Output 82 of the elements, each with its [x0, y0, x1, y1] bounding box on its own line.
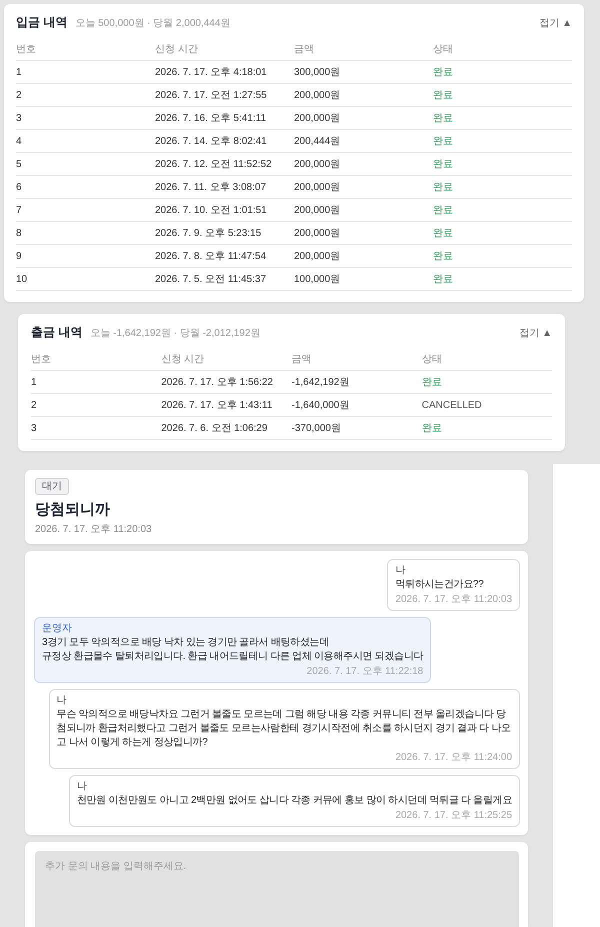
message-time: 2026. 7. 17. 오후 11:25:25 — [395, 809, 512, 822]
status-cell-text: 완료 — [433, 112, 453, 125]
collapse-button[interactable]: 접기 ▲ — [519, 326, 552, 340]
table-cell-text: 2026. 7. 5. 오전 11:45:37 — [155, 273, 266, 286]
inquiry-field[interactable]: 추가 문의 내용을 입력해주세요. — [35, 851, 519, 927]
table-cell: 3 — [16, 112, 22, 124]
status-cell-text: 완료 — [433, 66, 453, 79]
message-text: 무슨 악의적으로 배당낙차요 그런거 볼줄도 모르는데 그럼 해당 내용 각종 커뮤니티 전부 올리겠습니다 당첨되니까 환급처리했다고 그런거 볼줄도 모르는사람한테 경기시작전에 취소를 하시던지 경기 결과 다 나오고 나서 이렇게 하는게 정상입니까? — [56, 708, 512, 750]
table-cell-text: -1,642,192원 — [292, 376, 350, 389]
status-cell-text: 완료 — [433, 227, 453, 240]
table-cell-text: 2026. 7. 14. 오후 8:02:41 — [155, 135, 267, 148]
table-cell: 10 — [16, 274, 28, 284]
table-cell: 7 — [16, 204, 22, 216]
column-header: 신청 시간 — [161, 353, 204, 366]
table-cell-text: 200,000원 — [294, 227, 340, 240]
message-time: 2026. 7. 17. 오후 11:24:00 — [395, 751, 512, 764]
table-cell-text: 2026. 7. 17. 오전 1:27:55 — [155, 89, 267, 102]
status-cell: CANCELLED — [422, 400, 482, 410]
table-cell: 2 — [31, 400, 37, 410]
status-cell-text: 완료 — [433, 181, 453, 194]
table-cell: 3 — [31, 422, 37, 434]
message-time: 2026. 7. 17. 오후 11:20:03 — [395, 593, 512, 606]
sender-name: 나 — [56, 694, 67, 707]
table-cell-text: 200,444원 — [294, 135, 340, 148]
table-cell: 4 — [16, 136, 22, 146]
sender-name: 나 — [395, 564, 406, 577]
status-cell-text: 완료 — [433, 89, 453, 102]
table-cell: 1 — [31, 376, 37, 388]
table-cell-text: 2026. 7. 17. 오후 4:18:01 — [155, 66, 267, 79]
table-cell-text: 200,000원 — [294, 250, 340, 263]
status-cell-text: 완료 — [433, 135, 453, 148]
table-cell-text: 2026. 7. 6. 오전 1:06:29 — [161, 422, 268, 435]
inquiry-date: 2026. 7. 17. 오후 11:20:03 — [35, 523, 152, 536]
table-cell: 1 — [16, 66, 22, 78]
column-header: 금액 — [292, 353, 312, 366]
status-cell-text: 완료 — [433, 158, 453, 171]
collapse-button[interactable]: 접기 ▲ — [539, 16, 572, 30]
message-time: 2026. 7. 17. 오후 11:22:18 — [306, 665, 424, 678]
table-cell-text: 2026. 7. 8. 오후 11:47:54 — [155, 250, 266, 263]
summary-text: 오늘 -1,642,192원 · 당월 -2,012,192원 — [90, 327, 260, 340]
table-cell-text: 2026. 7. 12. 오전 11:52:52 — [155, 158, 272, 171]
table-cell-text: 2026. 7. 9. 오후 5:23:15 — [155, 227, 262, 240]
table-cell-text: 200,000원 — [294, 181, 340, 194]
column-header: 신청 시간 — [155, 43, 198, 56]
status-cell-text: 완료 — [433, 250, 453, 263]
table-cell: 9 — [16, 250, 22, 262]
table-cell-text: 2026. 7. 16. 오후 5:41:11 — [155, 112, 266, 125]
table-cell-text: 2026. 7. 17. 오후 1:43:11 — [161, 399, 272, 412]
table-cell-text: 2026. 7. 17. 오후 1:56:22 — [161, 376, 273, 389]
status-cell-text: 완료 — [433, 204, 453, 217]
table-cell-text: 2026. 7. 10. 오전 1:01:51 — [155, 204, 267, 217]
table-cell-text: -370,000원 — [292, 422, 341, 435]
summary-text: 오늘 500,000원 · 당월 2,000,444원 — [75, 17, 230, 30]
inquiry-title: 당첨되니까 — [35, 500, 110, 520]
status-cell-text: 완료 — [422, 422, 442, 435]
sender-name: 나 — [76, 780, 87, 793]
message-text: 천만원 이천만원도 아니고 2백만원 없어도 삽니다 각종 커뮤에 홍보 많이 하시던데 먹튀글 다 올릴게요 — [76, 794, 512, 808]
status-badge: 대기 — [35, 478, 69, 495]
table-cell: 2 — [16, 90, 22, 100]
message-text: 먹튀하시는건가요?? — [395, 578, 484, 592]
table-cell: 6 — [16, 182, 22, 192]
column-header: 상태 — [422, 353, 442, 366]
table-cell-text: 200,000원 — [294, 204, 340, 217]
status-cell-text: 완료 — [422, 376, 442, 389]
column-header: 번호 — [31, 353, 51, 366]
column-header: 상태 — [433, 43, 453, 56]
column-header: 번호 — [16, 43, 36, 56]
table-cell: 8 — [16, 228, 22, 238]
status-cell-text: 완료 — [433, 273, 453, 286]
table-cell-text: 2026. 7. 11. 오후 3:08:07 — [155, 181, 266, 194]
table-cell-text: 300,000원 — [294, 66, 340, 79]
card-title: 입금 내역 — [16, 14, 68, 31]
table-cell: 5 — [16, 158, 22, 170]
card-title: 출금 내역 — [31, 324, 82, 341]
table-cell-text: 200,000원 — [294, 89, 340, 102]
table-cell-text: 200,000원 — [294, 158, 340, 171]
message-text: 3경기 모두 악의적으로 배당 낙차 있는 경기만 골라서 배팅하셨는데 규정상 환급몰수 탈퇴처리입니다. 환급 내어드릴테니 다른 업체 이용해주시면 되겠습니다 — [42, 636, 424, 664]
column-header: 금액 — [294, 43, 314, 56]
sender-name: 운영자 — [42, 622, 72, 635]
table-cell-text: 100,000원 — [294, 273, 340, 286]
table-cell-text: 200,000원 — [294, 112, 340, 125]
table-cell-text: -1,640,000원 — [292, 399, 350, 412]
